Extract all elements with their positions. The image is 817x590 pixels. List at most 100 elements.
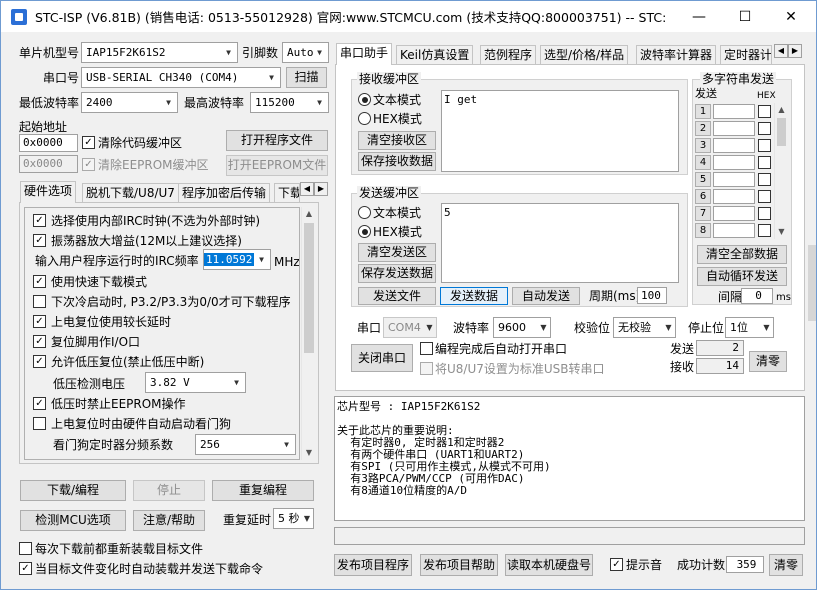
multi-string-hex-checkbox[interactable]	[758, 122, 771, 135]
multi-string-send-button[interactable]: 5	[695, 172, 711, 187]
multi-string-hex-checkbox[interactable]	[758, 139, 771, 152]
option-checkbox[interactable]: ✓	[33, 334, 46, 348]
multi-string-input[interactable]	[713, 104, 755, 119]
scroll-up-icon[interactable]: ▲	[775, 103, 788, 117]
scroll-down-icon[interactable]: ▼	[302, 446, 316, 460]
beep-checkbox[interactable]: ✓	[610, 558, 623, 571]
multi-string-hex-checkbox[interactable]	[758, 156, 771, 169]
send-textarea[interactable]: 5	[441, 203, 679, 283]
close-port-button[interactable]: 关闭串口	[351, 344, 413, 372]
tab-keil-settings[interactable]: Keil仿真设置	[396, 45, 474, 65]
auto-reload-checkbox[interactable]: ✓	[19, 562, 32, 575]
clear-all-button[interactable]: 清空全部数据	[697, 245, 787, 264]
period-input[interactable]: 100	[637, 287, 667, 304]
multi-string-send-button[interactable]: 3	[695, 138, 711, 153]
multi-string-input[interactable]	[713, 138, 755, 153]
multi-string-send-button[interactable]: 7	[695, 206, 711, 221]
help-button[interactable]: 注意/帮助	[133, 510, 205, 531]
repeat-program-button[interactable]: 重复编程	[212, 480, 314, 501]
usb-serial-checkbox[interactable]	[420, 362, 433, 375]
close-button[interactable]: ✕	[768, 1, 814, 32]
option-low-voltage-reset[interactable]: ✓ 允许低压复位(禁止低压中断)	[33, 351, 204, 371]
open-eeprom-file-button[interactable]: 打开EEPROM文件	[226, 155, 328, 176]
repeat-delay-select[interactable]: 5 秒 ▼	[273, 508, 314, 529]
option-checkbox[interactable]: ✓	[33, 314, 46, 328]
multi-string-input[interactable]	[713, 223, 755, 238]
multi-string-hex-checkbox[interactable]	[758, 224, 771, 237]
option-checkbox[interactable]: ✓	[33, 274, 46, 288]
low-voltage-select[interactable]: 3.82 V ▼	[145, 372, 246, 393]
clear-eeprom-checkbox[interactable]: ✓	[82, 158, 95, 171]
scroll-up-icon[interactable]: ▲	[302, 207, 316, 221]
watchdog-prescaler-select[interactable]: 256 ▼	[195, 434, 296, 455]
stop-bits-select[interactable]: 1位 ▼	[725, 317, 774, 338]
min-baud-select[interactable]: 2400 ▼	[81, 92, 178, 113]
option-reset-as-io[interactable]: ✓ 复位脚用作I/O口	[33, 331, 140, 351]
tab-selection-price[interactable]: 选型/价格/样品	[540, 45, 629, 65]
multi-string-input[interactable]	[713, 189, 755, 204]
publish-help-button[interactable]: 发布项目帮助	[420, 554, 498, 576]
auto-send-button[interactable]: 自动发送	[512, 287, 580, 305]
multi-string-hex-checkbox[interactable]	[758, 173, 771, 186]
tab-offline-download[interactable]: 脱机下载/U8/U7	[82, 183, 179, 203]
multi-string-input[interactable]	[713, 155, 755, 170]
interval-input[interactable]: 0	[741, 288, 773, 304]
tab-serial-assistant[interactable]: 串口助手	[336, 43, 393, 65]
clear-receive-button[interactable]: 清空接收区	[358, 131, 436, 150]
send-text-mode-radio[interactable]	[358, 206, 371, 219]
scrollbar-thumb[interactable]	[777, 118, 786, 146]
send-data-button[interactable]: 发送数据	[440, 287, 508, 305]
option-checkbox[interactable]	[33, 294, 46, 308]
options-scrollbar[interactable]: ▲ ▼	[301, 207, 316, 460]
tab-timer-calculator[interactable]: 定时器计	[720, 45, 772, 65]
multi-string-scrollbar[interactable]: ▲ ▼	[774, 103, 788, 239]
multi-string-hex-checkbox[interactable]	[758, 190, 771, 203]
eeprom-address-input[interactable]: 0x0000	[19, 155, 78, 173]
option-checkbox[interactable]: ✓	[33, 213, 46, 227]
scan-button[interactable]: 扫描	[286, 67, 327, 88]
option-checkbox[interactable]: ✓	[33, 354, 46, 368]
open-program-file-button[interactable]: 打开程序文件	[226, 130, 328, 151]
read-disk-id-button[interactable]: 读取本机硬盘号	[505, 554, 593, 576]
tab-download[interactable]: 下载	[274, 183, 300, 203]
download-program-button[interactable]: 下载/编程	[20, 480, 126, 501]
auto-open-port-checkbox[interactable]	[420, 342, 433, 355]
send-file-button[interactable]: 发送文件	[358, 287, 436, 305]
send-hex-mode-radio[interactable]	[358, 225, 371, 238]
auto-cycle-button[interactable]: 自动循环发送	[697, 267, 787, 286]
multi-string-input[interactable]	[713, 172, 755, 187]
save-send-button[interactable]: 保存发送数据	[358, 264, 436, 283]
stop-button[interactable]: 停止	[133, 480, 205, 501]
clear-count-button[interactable]: 清零	[749, 351, 787, 372]
option-eeprom-lowvolt[interactable]: ✓ 低压时禁止EEPROM操作	[33, 393, 186, 413]
tab-sample-programs[interactable]: 范例程序	[480, 45, 537, 65]
multi-string-input[interactable]	[713, 206, 755, 221]
multi-string-send-button[interactable]: 6	[695, 189, 711, 204]
tab-scroll-left-icon[interactable]: ◀	[300, 182, 314, 196]
com-port-select[interactable]: COM4 ▼	[383, 317, 437, 338]
option-checkbox[interactable]: ✓	[33, 396, 46, 410]
irc-frequency-select[interactable]: 11.0592 ▼	[203, 249, 271, 270]
max-baud-select[interactable]: 115200 ▼	[250, 92, 329, 113]
baud-rate-select[interactable]: 9600 ▼	[493, 317, 551, 338]
tab-scroll-right-icon[interactable]: ▶	[788, 44, 802, 58]
publish-program-button[interactable]: 发布项目程序	[334, 554, 412, 576]
option-long-reset-delay[interactable]: ✓ 上电复位使用较长延时	[33, 311, 171, 331]
scroll-down-icon[interactable]: ▼	[775, 225, 788, 239]
clear-code-checkbox[interactable]: ✓	[82, 136, 95, 149]
recv-hex-mode-radio[interactable]	[358, 112, 371, 125]
tab-baud-calculator[interactable]: 波特率计算器	[636, 45, 717, 65]
reload-before-download-checkbox[interactable]	[19, 542, 32, 555]
minimize-button[interactable]: —	[676, 1, 722, 32]
mcu-type-select[interactable]: IAP15F2K61S2 ▼	[81, 42, 238, 63]
clear-send-button[interactable]: 清空发送区	[358, 243, 436, 262]
tab-scroll-left-icon[interactable]: ◀	[774, 44, 788, 58]
pin-count-select[interactable]: Auto ▼	[282, 42, 329, 63]
serial-port-select[interactable]: USB-SERIAL CH340 (COM4) ▼	[81, 67, 281, 88]
multi-string-hex-checkbox[interactable]	[758, 105, 771, 118]
save-receive-button[interactable]: 保存接收数据	[358, 152, 436, 171]
parity-select[interactable]: 无校验 ▼	[613, 317, 676, 338]
option-watchdog-autostart[interactable]: 上电复位时由硬件自动启动看门狗	[33, 413, 231, 433]
multi-string-send-button[interactable]: 2	[695, 121, 711, 136]
option-internal-irc[interactable]: ✓ 选择使用内部IRC时钟(不选为外部时钟)	[33, 210, 260, 230]
